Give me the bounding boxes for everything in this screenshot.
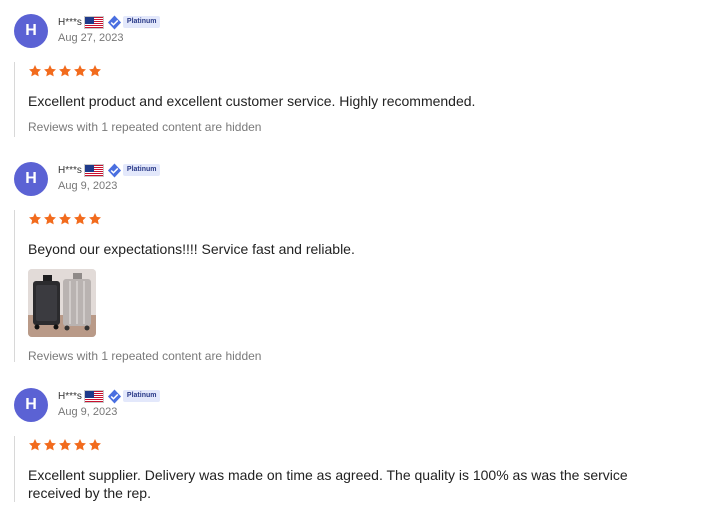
star-icon bbox=[88, 64, 102, 78]
reviewer-name: H***s bbox=[58, 164, 82, 176]
review-photos bbox=[28, 269, 355, 337]
star-icon bbox=[43, 438, 57, 452]
reviewer-info: H***s Platinum bbox=[58, 162, 161, 178]
avatar: H bbox=[14, 14, 48, 48]
us-flag-icon bbox=[83, 389, 104, 403]
membership-badge: Platinum bbox=[107, 162, 161, 178]
membership-badge: Platinum bbox=[107, 14, 161, 30]
star-icon bbox=[73, 212, 87, 226]
avatar: H bbox=[14, 388, 48, 422]
star-icon bbox=[28, 438, 42, 452]
review-body: Excellent supplier. Delivery was made on… bbox=[14, 436, 674, 502]
review-date: Aug 27, 2023 bbox=[58, 32, 124, 44]
star-rating bbox=[28, 437, 674, 453]
star-icon bbox=[88, 438, 102, 452]
star-icon bbox=[43, 212, 57, 226]
review-date: Aug 9, 2023 bbox=[58, 180, 118, 192]
avatar: H bbox=[14, 162, 48, 196]
membership-badge: Platinum bbox=[107, 388, 161, 404]
reviewer-name: H***s bbox=[58, 390, 82, 402]
badge-label: Platinum bbox=[122, 390, 161, 402]
star-rating bbox=[28, 63, 475, 79]
star-icon bbox=[28, 212, 42, 226]
badge-label: Platinum bbox=[122, 16, 161, 28]
star-icon bbox=[58, 212, 72, 226]
star-rating bbox=[28, 211, 355, 227]
review-text: Excellent product and excellent customer… bbox=[28, 93, 476, 109]
reviewer-name: H***s bbox=[58, 16, 82, 28]
star-icon bbox=[58, 438, 72, 452]
star-icon bbox=[58, 64, 72, 78]
star-icon bbox=[28, 64, 42, 78]
us-flag-icon bbox=[83, 15, 104, 29]
review-date: Aug 9, 2023 bbox=[58, 406, 118, 418]
diamond-icon bbox=[107, 14, 122, 30]
us-flag-icon bbox=[83, 163, 104, 177]
diamond-icon bbox=[107, 162, 122, 178]
reviewer-info: H***s Platinum bbox=[58, 14, 161, 30]
hidden-reviews-note: Reviews with 1 repeated content are hidd… bbox=[28, 120, 262, 134]
luggage-photo[interactable] bbox=[28, 269, 96, 337]
star-icon bbox=[73, 64, 87, 78]
star-icon bbox=[43, 64, 57, 78]
reviewer-info: H***s Platinum bbox=[58, 388, 161, 404]
review-text: Beyond our expectations!!!! Service fast… bbox=[28, 241, 355, 257]
review-body: Beyond our expectations!!!! Service fast… bbox=[14, 210, 355, 363]
badge-label: Platinum bbox=[122, 164, 161, 176]
diamond-icon bbox=[107, 388, 122, 404]
review-text: Excellent supplier. Delivery was made on… bbox=[28, 467, 628, 501]
review-body: Excellent product and excellent customer… bbox=[14, 62, 475, 137]
hidden-reviews-note: Reviews with 1 repeated content are hidd… bbox=[28, 349, 262, 363]
star-icon bbox=[88, 212, 102, 226]
star-icon bbox=[73, 438, 87, 452]
